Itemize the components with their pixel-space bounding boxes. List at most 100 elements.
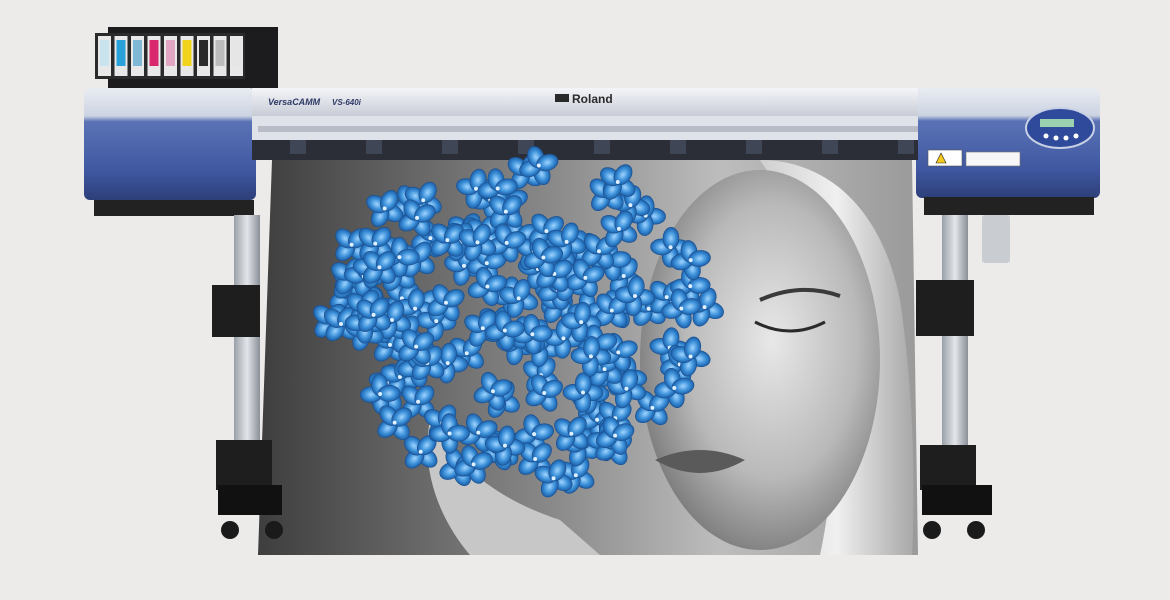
hydrangea-center [551,476,556,481]
ink-color-band [149,40,159,66]
hydrangea-center [415,215,420,220]
carriage-bar: VersaCAMM VS-640i Roland [252,88,918,160]
hydrangea-center [490,389,495,394]
ink-color-band [116,40,126,66]
model-label: VS-640i [332,98,362,107]
hydrangea-center [392,420,397,425]
hydrangea-center [564,239,569,244]
hydrangea-center [688,354,693,359]
hydrangea-center [536,163,541,168]
hydrangea-center [339,321,344,326]
hydrangea-center [484,261,489,266]
hydrangea-center [542,390,547,395]
hydrangea-center [533,457,538,462]
pinch-roller [594,140,610,154]
hydrangea-center [428,236,433,241]
hydrangea-center [664,295,669,300]
hydrangea-center [616,226,621,231]
ink-color-band [215,40,225,66]
printer-illustration: VersaCAMM VS-640i Roland [84,27,1100,555]
hydrangea-center [646,306,651,311]
control-panel-icon[interactable] [1025,107,1095,149]
hydrangea-center [588,354,593,359]
hydrangea-center [378,391,383,396]
hydrangea-center [388,342,393,347]
hydrangea-center [672,385,677,390]
roland-logo-mark [555,94,569,102]
left-side-housing [84,88,256,216]
pinch-roller [746,140,762,154]
hydrangea-center [580,390,585,395]
hydrangea-center [485,284,490,289]
ink-color-band [232,40,241,66]
pinch-roller [366,140,382,154]
ink-color-band [199,40,208,66]
hydrangea-center [544,229,549,234]
ink-cartridge-bay [95,27,278,89]
hydrangea-center [464,351,469,356]
pinch-roller [290,140,306,154]
brand-logo: Roland [572,92,613,106]
hydrangea-center [688,258,693,263]
hydrangea-center [530,332,535,337]
hydrangea-center [668,245,673,250]
hydrangea-center [561,336,566,341]
right-side-housing [916,88,1100,215]
hydrangea-center [583,275,588,280]
hydrangea-center [474,186,479,191]
hydrangea-center [421,198,426,203]
hydrangea-center [702,305,707,310]
hydrangea-center [579,320,584,325]
hydrangea-center [389,317,394,322]
hydrangea-center [628,203,633,208]
printer-scene: VersaCAMM VS-640i Roland [0,0,1170,600]
hydrangea-center [632,293,637,298]
hydrangea-center [397,255,402,260]
printed-media [258,146,918,555]
hydrangea-center [462,263,467,268]
hydrangea-center [502,328,507,333]
hydrangea-center [371,312,376,317]
hydrangea-center [447,431,452,436]
hydrangea-center [602,367,607,372]
hydrangea-center [443,300,448,305]
hydrangea-center [679,306,684,311]
pinch-roller [670,140,686,154]
series-logo: VersaCAMM [268,97,321,107]
hydrangea-center [480,326,485,331]
hydrangea-center [532,432,537,437]
hydrangea-center [414,344,419,349]
hydrangea-center [373,241,378,246]
hydrangea-center [613,433,618,438]
hydrangea-center [445,361,450,366]
pinch-roller [898,140,914,154]
warning-label-icon [927,149,1021,167]
hydrangea-center [475,240,480,245]
ink-color-band [100,40,109,66]
hydrangea-center [476,430,481,435]
hydrangea-center [595,417,600,422]
hydrangea-center [573,473,578,478]
hydrangea-center [445,238,450,243]
hydrangea-center [416,399,421,404]
pinch-roller [822,140,838,154]
hydrangea-center [516,296,521,301]
hydrangea-center [688,284,693,289]
hydrangea-center [502,443,507,448]
hydrangea-center [503,209,508,214]
ink-color-band [166,40,175,66]
hydrangea-center [434,319,439,324]
hydrangea-center [377,265,382,270]
hydrangea-center [349,242,354,247]
hydrangea-center [616,350,621,355]
hydrangea-center [504,240,509,245]
hydrangea-center [413,306,418,311]
ink-cartridges [98,36,243,76]
hydrangea-center [650,405,655,410]
hydrangea-center [615,180,620,185]
pinch-roller [442,140,458,154]
ink-color-band [182,40,192,66]
hydrangea-center [609,308,614,313]
hydrangea-center [541,255,546,260]
hydrangea-center [596,249,601,254]
